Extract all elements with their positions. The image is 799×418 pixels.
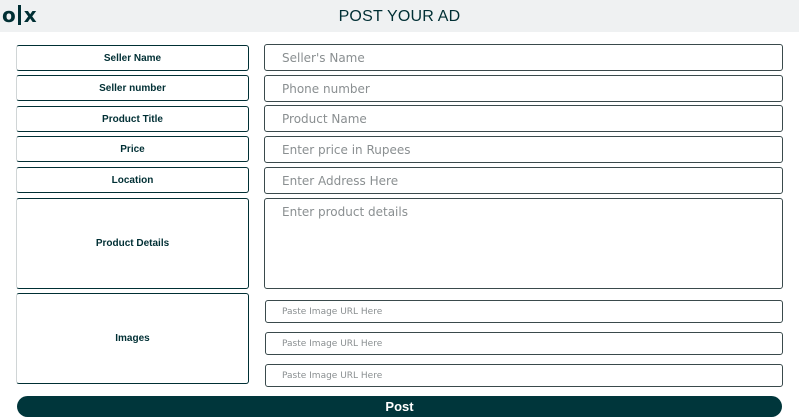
seller-number-label: Seller number [16,75,249,101]
seller-name-input[interactable] [264,44,783,71]
post-button[interactable]: Post [17,396,782,417]
price-input[interactable] [264,136,783,163]
product-details-textarea[interactable] [264,198,783,289]
product-title-input[interactable] [264,105,783,132]
image-url-input-1[interactable] [265,300,783,323]
page-title: POST YOUR AD [338,8,461,25]
product-title-label: Product Title [16,106,249,132]
seller-name-label: Seller Name [16,45,249,71]
location-label: Location [16,167,249,193]
seller-number-input[interactable] [264,75,783,102]
image-url-input-2[interactable] [265,332,783,355]
price-label: Price [16,136,249,162]
header-bar: o x POST YOUR AD [0,0,799,32]
location-input[interactable] [264,167,783,194]
product-details-label: Product Details [16,198,249,289]
image-url-input-3[interactable] [265,364,783,387]
images-label: Images [16,293,249,384]
